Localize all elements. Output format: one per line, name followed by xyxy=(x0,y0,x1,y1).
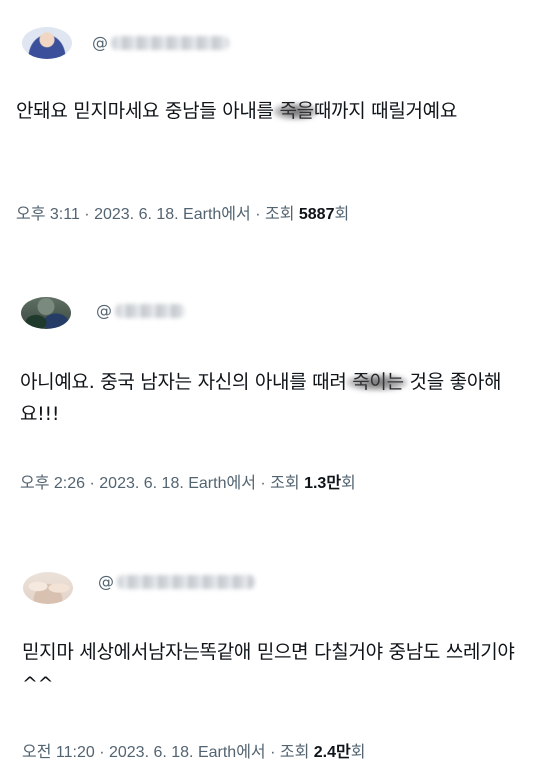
tweet-meta: 오후 3:11 · 2023. 6. 18. Earth에서 · 조회 5887… xyxy=(16,200,349,224)
views-label: 조회 xyxy=(270,475,300,492)
time: 오후 2:26 xyxy=(20,475,86,492)
separator: · xyxy=(99,744,105,761)
avatar[interactable] xyxy=(23,572,73,604)
tweet-text-part: 안돼요 믿지마세요 중남들 아내를 xyxy=(16,100,280,122)
at-symbol: @ xyxy=(98,572,114,591)
views-link[interactable]: 2.4만회 xyxy=(314,744,366,761)
views-link[interactable]: 5887회 xyxy=(299,206,349,223)
separator: · xyxy=(270,744,276,761)
user-handle[interactable]: @ xyxy=(96,301,185,320)
time: 오후 3:11 xyxy=(16,206,80,223)
tweet-text-part: 아니예요. 중국 남자는 자신의 아내를 때려 xyxy=(20,371,353,393)
views-count: 5887 xyxy=(298,206,335,223)
date: 2023. 6. 18. xyxy=(94,206,179,223)
tweet-text: 아니예요. 중국 남자는 자신의 아내를 때려 죽이는 것을 좋아해요!!! xyxy=(20,366,535,430)
avatar[interactable] xyxy=(22,27,72,59)
views-count: 2.4 xyxy=(313,744,337,761)
at-symbol: @ xyxy=(92,33,108,52)
date: 2023. 6. 18. xyxy=(99,475,184,492)
views-suffix: 회 xyxy=(334,206,350,223)
at-symbol: @ xyxy=(96,301,112,320)
tweet-meta: 오후 2:26 · 2023. 6. 18. Earth에서 · 조회 1.3만… xyxy=(20,469,356,493)
views-suffix: 회 xyxy=(341,475,356,492)
source: Earth에서 xyxy=(183,206,251,223)
blurred-username xyxy=(111,35,229,50)
user-handle[interactable]: @ xyxy=(98,572,255,591)
views-unit: 만 xyxy=(336,744,351,761)
user-handle[interactable]: @ xyxy=(92,33,229,52)
date: 2023. 6. 18. xyxy=(108,744,194,761)
tweet-text-part: 때까지 때릴거예요 xyxy=(313,100,458,122)
source: Earth에서 xyxy=(197,744,266,761)
views-count: 1.3 xyxy=(304,475,327,492)
views-link[interactable]: 1.3만회 xyxy=(304,475,356,492)
tweet-text: 안돼요 믿지마세요 중남들 아내를 죽을때까지 때릴거예요 xyxy=(16,95,535,127)
separator: · xyxy=(255,206,261,223)
separator: · xyxy=(260,475,266,492)
time: 오전 11:20 xyxy=(22,744,95,761)
avatar[interactable] xyxy=(21,297,71,329)
timestamp-link[interactable]: 오후 2:26 · 2023. 6. 18. xyxy=(20,475,184,492)
censored-word: 죽이는 xyxy=(352,371,404,393)
tweet-text-part: 믿지마 세상에서남자는똑같애 믿으면 다칠거야 중남도 쓰레기야^^ xyxy=(22,641,515,695)
timestamp-link[interactable]: 오전 11:20 · 2023. 6. 18. xyxy=(22,744,194,761)
tweet-text: 믿지마 세상에서남자는똑같애 믿으면 다칠거야 중남도 쓰레기야^^ xyxy=(22,636,534,700)
blurred-username xyxy=(117,574,255,589)
timestamp-link[interactable]: 오후 3:11 · 2023. 6. 18. xyxy=(16,206,179,223)
separator: · xyxy=(89,475,95,492)
source: Earth에서 xyxy=(188,475,256,492)
views-label: 조회 xyxy=(279,744,310,761)
views-suffix: 회 xyxy=(350,744,366,761)
blurred-username xyxy=(115,303,185,318)
censored-word: 죽을 xyxy=(279,100,314,122)
views-unit: 만 xyxy=(326,475,342,492)
separator: · xyxy=(84,206,90,223)
tweet-meta: 오전 11:20 · 2023. 6. 18. Earth에서 · 조회 2.4… xyxy=(22,738,366,762)
views-label: 조회 xyxy=(264,206,295,223)
